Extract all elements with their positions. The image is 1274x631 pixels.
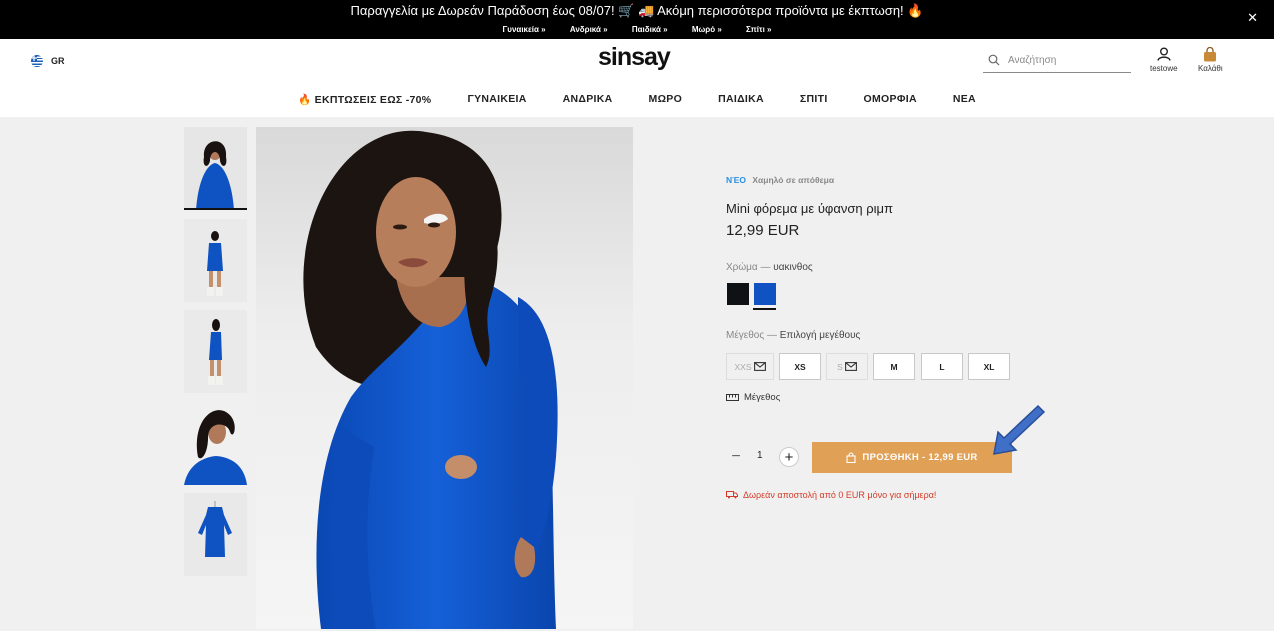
mail-icon <box>753 362 766 371</box>
cart-icon <box>1204 47 1217 62</box>
close-icon[interactable]: ✕ <box>1247 10 1258 26</box>
size-guide-label: Μέγεθος <box>744 392 781 403</box>
add-to-cart-label: ΠΡΟΣΘΗΚΗ - 12,99 EUR <box>862 452 978 463</box>
mail-icon <box>844 362 857 371</box>
region-code: GR <box>51 56 65 66</box>
size-option-xxs[interactable]: XXS <box>726 353 774 380</box>
promo-link-kids[interactable]: Παιδικά » <box>632 25 668 34</box>
nav-item-sale[interactable]: 🔥 ΕΚΠΤΩΣΕΙΣ ΕΩΣ -70% <box>298 93 431 106</box>
promo-link-baby[interactable]: Μωρό » <box>692 25 722 34</box>
quantity-value: 1 <box>757 450 763 461</box>
bag-icon <box>846 452 856 463</box>
size-option-label: XL <box>983 361 995 372</box>
search-icon <box>988 54 1000 66</box>
nav-item-kids[interactable]: ΠΑΙΔΙΚΑ <box>718 93 764 106</box>
promo-text: Παραγγελία με Δωρεάν Παράδοση έως 08/07!… <box>350 3 924 18</box>
size-guide-link[interactable]: Μέγεθος <box>726 392 780 403</box>
promo-link-women[interactable]: Γυναικεία » <box>502 25 545 34</box>
size-label: Μέγεθος — Επιλογή μεγέθους <box>726 330 860 341</box>
thumbnail-2[interactable] <box>184 219 247 302</box>
selected-swatch-indicator <box>753 308 776 310</box>
ruler-icon <box>726 394 739 401</box>
main-nav: 🔥 ΕΚΠΤΩΣΕΙΣ ΕΩΣ -70% ΓΥΝΑΙΚΕΙΑ ΑΝΔΡΙΚΑ Μ… <box>0 93 1274 106</box>
color-label: Χρώμα — υακινθος <box>726 262 813 273</box>
search-placeholder: Αναζήτηση <box>1008 54 1057 66</box>
main-product-image[interactable] <box>256 127 633 629</box>
color-swatch-blue[interactable] <box>754 283 776 305</box>
truck-icon <box>726 491 738 499</box>
greek-flag-icon <box>31 55 43 67</box>
size-option-label: S <box>837 361 843 372</box>
size-option-xl[interactable]: XL <box>968 353 1010 380</box>
search-box[interactable]: Αναζήτηση <box>983 48 1131 73</box>
promo-bar: Παραγγελία με Δωρεάν Παράδοση έως 08/07!… <box>0 0 1274 39</box>
nav-item-beauty[interactable]: ΟΜΟΡΦΙΑ <box>864 93 917 106</box>
quantity-increase-button[interactable]: + <box>779 447 799 467</box>
nav-item-home[interactable]: ΣΠΙΤΙ <box>800 93 828 106</box>
color-label-text: Χρώμα — <box>726 262 771 273</box>
add-to-cart-button[interactable]: ΠΡΟΣΘΗΚΗ - 12,99 EUR <box>812 442 1012 473</box>
quantity-decrease-button[interactable]: − <box>726 447 746 467</box>
shipping-text: Δωρεάν αποστολή από 0 EUR μόνο για σήμερ… <box>743 490 937 500</box>
nav-item-new[interactable]: ΝΕΑ <box>953 93 976 106</box>
thumbnail-5[interactable] <box>184 493 247 576</box>
size-option-l[interactable]: L <box>921 353 963 380</box>
size-option-label: L <box>939 361 945 372</box>
nav-item-women[interactable]: ΓΥΝΑΙΚΕΙΑ <box>467 93 526 106</box>
pointer-arrow-icon <box>993 404 1046 455</box>
thumbnail-4[interactable] <box>184 402 247 485</box>
size-value: Επιλογή μεγέθους <box>779 330 861 341</box>
nav-item-baby[interactable]: ΜΩΡΟ <box>649 93 683 106</box>
low-stock-badge: Χαμηλό σε απόθεμα <box>752 175 835 185</box>
account-button[interactable]: testowe <box>1150 47 1178 73</box>
color-swatch-black[interactable] <box>727 283 749 305</box>
thumbnail-1[interactable] <box>184 127 247 210</box>
user-icon <box>1157 47 1171 61</box>
promo-link-men[interactable]: Ανδρικά » <box>570 25 608 34</box>
promo-links: Γυναικεία » Ανδρικά » Παιδικά » Μωρό » Σ… <box>0 25 1274 34</box>
size-option-label: XXS <box>734 361 752 372</box>
size-option-label: XS <box>794 361 806 372</box>
sinsay-logo[interactable]: sinsay <box>598 43 671 72</box>
product-title: Mini φόρεμα με ύφανση ριμπ <box>726 201 893 216</box>
cart-button[interactable]: Καλάθι <box>1198 47 1223 73</box>
promo-link-home[interactable]: Σπίτι » <box>746 25 771 34</box>
size-option-label: M <box>890 361 898 372</box>
header: GR sinsay Αναζήτηση testowe Καλάθι 🔥 ΕΚΠ… <box>0 39 1274 117</box>
size-option-m[interactable]: M <box>873 353 915 380</box>
account-label: testowe <box>1150 64 1178 73</box>
nav-item-men[interactable]: ΑΝΔΡΙΚΑ <box>563 93 613 106</box>
size-option-s[interactable]: S <box>826 353 868 380</box>
product-badges: ΝΈΟ Χαμηλό σε απόθεμα <box>726 175 834 185</box>
thumbnail-3[interactable] <box>184 310 247 393</box>
new-badge: ΝΈΟ <box>726 175 747 185</box>
cart-label: Καλάθι <box>1198 64 1223 73</box>
shipping-notice: Δωρεάν αποστολή από 0 EUR μόνο για σήμερ… <box>726 490 936 500</box>
size-label-text: Μέγεθος — <box>726 330 777 341</box>
region-selector[interactable]: GR <box>31 55 65 67</box>
size-option-xs[interactable]: XS <box>779 353 821 380</box>
color-value: υακινθος <box>773 262 813 273</box>
product-price: 12,99 EUR <box>726 222 800 239</box>
